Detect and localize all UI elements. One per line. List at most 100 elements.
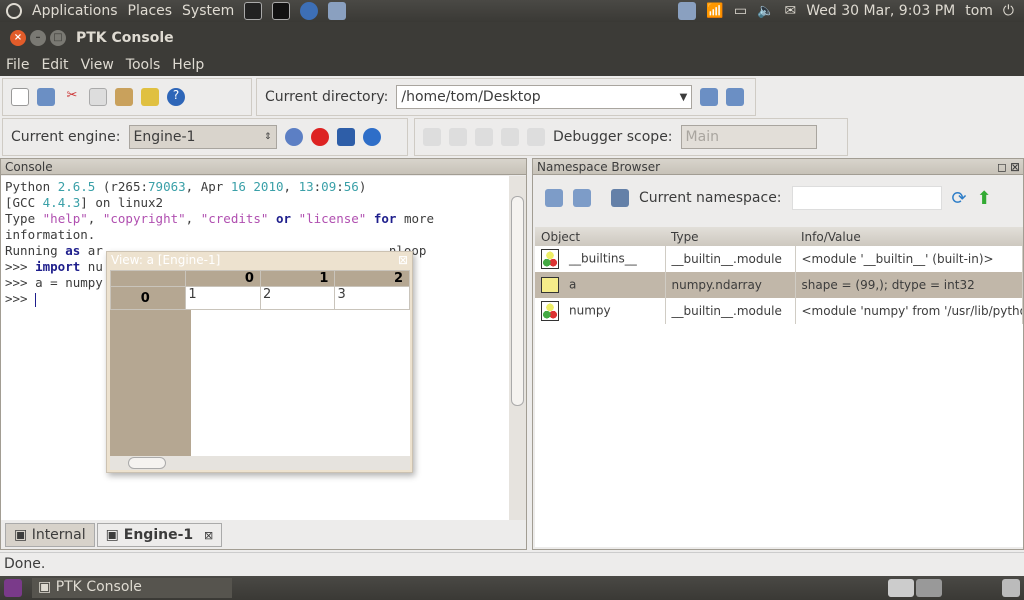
column-header[interactable]: 1 xyxy=(259,270,336,287)
engine-toolbar: Current engine: Engine-1 ⇕ xyxy=(2,118,408,156)
column-header-type[interactable]: Type xyxy=(665,227,795,246)
scrollbar-thumb[interactable] xyxy=(128,457,166,469)
column-header-info[interactable]: Info/Value xyxy=(795,227,1023,246)
chevron-down-icon[interactable]: ▼ xyxy=(680,92,688,103)
terminal-icon[interactable] xyxy=(272,2,291,20)
refresh-icon[interactable]: ⟳ xyxy=(952,188,967,209)
console-text: 2010 xyxy=(253,179,284,194)
console-text: ) xyxy=(358,179,367,194)
menu-applications[interactable]: Applications xyxy=(32,3,118,19)
maximize-button[interactable]: □ xyxy=(50,30,66,46)
system-monitor-icon[interactable] xyxy=(244,2,263,20)
stop-debug-icon[interactable] xyxy=(449,128,467,146)
bottom-panel: ▣ PTK Console xyxy=(0,576,1024,600)
up-arrow-icon[interactable]: ⬆ xyxy=(977,188,992,209)
file-toolbar: ✂ ? xyxy=(2,78,252,116)
close-icon[interactable]: ⊠ xyxy=(1010,159,1020,175)
minimize-button[interactable]: – xyxy=(30,30,46,46)
cut-icon[interactable]: ✂ xyxy=(63,88,81,106)
table-row[interactable]: __builtins__ __builtin__.module <module '_… xyxy=(535,246,1023,272)
column-header-object[interactable]: Object xyxy=(535,227,665,246)
menu-tools[interactable]: Tools xyxy=(120,57,167,73)
current-engine-combo[interactable]: Engine-1 ⇕ xyxy=(128,125,277,149)
import-icon[interactable] xyxy=(545,189,563,207)
console-text: >>> xyxy=(5,259,36,274)
object-name: numpy xyxy=(569,303,611,318)
row-header[interactable]: 0 xyxy=(110,286,187,310)
grid-cell[interactable]: 2 xyxy=(259,286,336,310)
menu-system[interactable]: System xyxy=(182,3,234,19)
volume-icon[interactable]: 🔈 xyxy=(757,3,774,19)
console-text: , xyxy=(87,211,103,226)
shredder-icon[interactable] xyxy=(611,189,629,207)
power-icon[interactable]: ⏻ xyxy=(1003,3,1014,19)
wifi-icon[interactable]: 📶 xyxy=(706,3,723,19)
copy-icon[interactable] xyxy=(89,88,107,106)
timer-icon[interactable] xyxy=(362,128,381,146)
close-tab-icon[interactable]: ⊠ xyxy=(204,529,213,542)
debugger-scope-value: Main xyxy=(685,129,719,145)
console-line: Type "help", "copyright", "credits" or "… xyxy=(5,211,505,227)
console-text: "help" xyxy=(42,211,88,226)
tools-icon[interactable] xyxy=(328,2,347,20)
ubuntu-logo-icon[interactable] xyxy=(6,3,22,19)
step-over-icon[interactable] xyxy=(475,128,493,146)
open-icon[interactable] xyxy=(37,88,55,106)
browser-icon[interactable] xyxy=(300,2,319,20)
terminal-icon: ▣ xyxy=(105,527,124,543)
taskbar-item-ptk-console[interactable]: ▣ PTK Console xyxy=(32,578,232,598)
menu-view[interactable]: View xyxy=(75,57,120,73)
trash-icon[interactable] xyxy=(1002,579,1020,597)
new-file-icon[interactable] xyxy=(11,88,29,106)
network-icon[interactable] xyxy=(678,2,697,20)
paste-icon[interactable] xyxy=(115,88,133,106)
workspace-2-icon[interactable] xyxy=(916,579,942,597)
step-in-icon[interactable] xyxy=(501,128,519,146)
open-file-icon[interactable] xyxy=(573,189,591,207)
menu-places[interactable]: Places xyxy=(128,3,173,19)
current-namespace-label: Current namespace: xyxy=(639,190,782,206)
table-row[interactable]: numpy __builtin__.module <module 'numpy' f… xyxy=(535,298,1023,324)
view-window-title-bar[interactable]: View: a [Engine-1] ⊠ xyxy=(107,252,412,269)
workspace-1-icon[interactable] xyxy=(888,579,914,597)
step-out-icon[interactable] xyxy=(527,128,545,146)
show-desktop-icon[interactable] xyxy=(4,579,22,597)
engine-settings-icon[interactable] xyxy=(284,128,303,146)
view-window-title: View: a [Engine-1] xyxy=(111,253,221,267)
horizontal-scrollbar[interactable] xyxy=(110,456,410,470)
clear-icon[interactable] xyxy=(141,88,159,106)
status-text: Done. xyxy=(4,556,46,572)
user-menu[interactable]: tom xyxy=(965,3,993,19)
pause-icon[interactable] xyxy=(423,128,441,146)
console-text: (r265: xyxy=(95,179,149,194)
tab-engine-1[interactable]: ▣ Engine-1 ⊠ xyxy=(96,523,223,547)
browse-folder-icon[interactable] xyxy=(700,88,719,106)
current-namespace-input[interactable] xyxy=(791,186,942,210)
mail-icon[interactable]: ✉ xyxy=(785,3,797,19)
console-text: 4.4.3 xyxy=(42,195,81,210)
table-row[interactable]: a numpy.ndarray shape = (99,); dtype = int… xyxy=(535,272,1023,298)
close-window-button[interactable]: × xyxy=(10,30,26,46)
menu-file[interactable]: File xyxy=(0,57,35,73)
column-header[interactable]: 0 xyxy=(185,270,261,287)
info-cell: <module 'numpy' from '/usr/lib/pytho... xyxy=(795,298,1023,324)
debug-icon[interactable] xyxy=(336,128,355,146)
menu-help[interactable]: Help xyxy=(166,57,210,73)
menu-edit[interactable]: Edit xyxy=(35,57,74,73)
clock[interactable]: Wed 30 Mar, 9:03 PM xyxy=(806,3,955,19)
stop-icon[interactable] xyxy=(310,128,329,146)
grid-cell[interactable]: 1 xyxy=(185,286,261,310)
current-directory-combo[interactable]: /home/tom/Desktop ▼ xyxy=(396,85,693,109)
array-grid[interactable]: 0 1 2 0 1 2 3 xyxy=(110,270,410,456)
close-icon[interactable]: ⊠ xyxy=(398,252,408,269)
help-icon[interactable]: ? xyxy=(167,88,185,106)
debugger-scope-combo[interactable]: Main xyxy=(680,125,817,149)
scrollbar-thumb[interactable] xyxy=(511,196,524,406)
column-header[interactable]: 2 xyxy=(334,270,410,287)
tab-internal[interactable]: ▣ Internal xyxy=(5,523,95,547)
battery-icon[interactable]: ▭ xyxy=(734,3,747,19)
float-panel-icon[interactable]: ◻ xyxy=(997,159,1007,175)
grid-cell[interactable]: 3 xyxy=(334,286,410,310)
console-scrollbar[interactable] xyxy=(509,176,526,520)
folder-up-icon[interactable] xyxy=(726,88,745,106)
